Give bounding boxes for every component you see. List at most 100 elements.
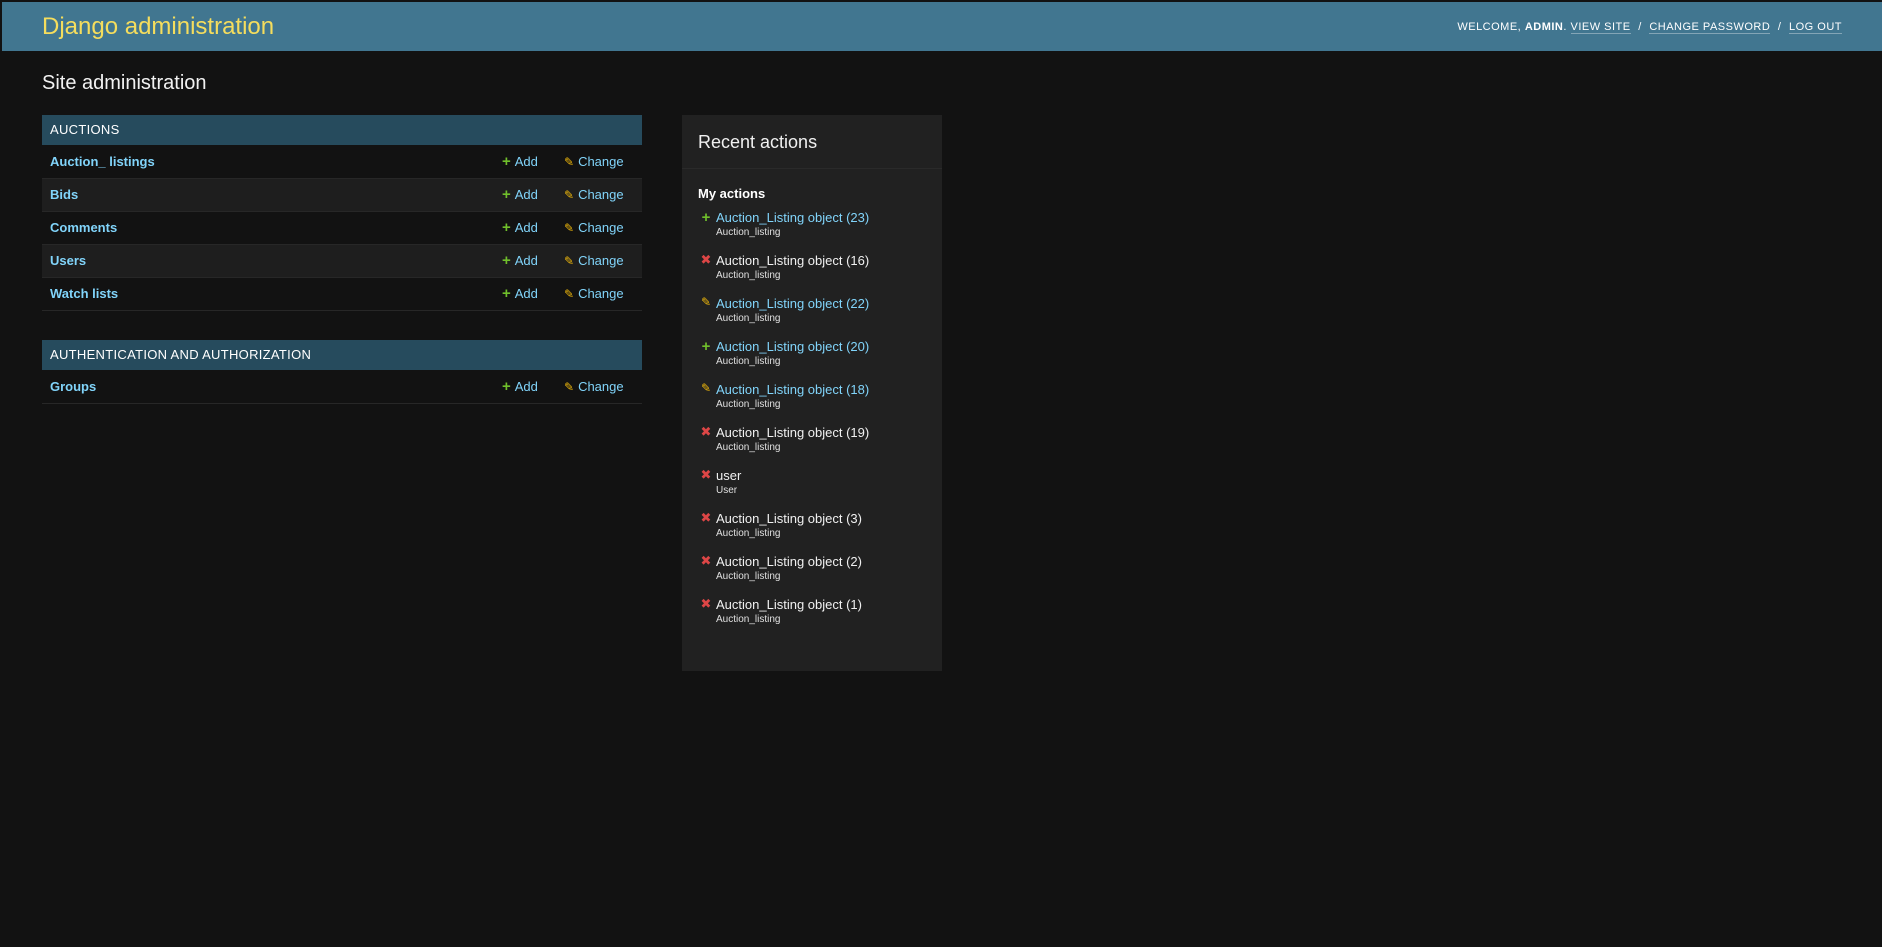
welcome-text: Welcome, bbox=[1457, 20, 1522, 33]
add-label: Add bbox=[514, 378, 538, 394]
action-object[interactable]: Auction_Listing object (23) bbox=[716, 209, 926, 226]
model-row: Watch lists + Add ✎ Change bbox=[42, 277, 642, 311]
model-name: Comments bbox=[42, 211, 502, 245]
change-cell: ✎ Change bbox=[564, 211, 642, 245]
add-link[interactable]: + Add bbox=[502, 253, 538, 268]
change-link[interactable]: ✎ Change bbox=[564, 253, 624, 268]
add-label: Add bbox=[514, 253, 538, 268]
add-icon: + bbox=[502, 186, 511, 203]
action-item: + Auction_Listing object (20) Auction_list… bbox=[698, 338, 926, 381]
add-link[interactable]: + Add bbox=[502, 154, 538, 169]
action-content-type: Auction_listing bbox=[716, 442, 781, 453]
model-link-bids[interactable]: Bids bbox=[50, 187, 78, 202]
change-label: Change bbox=[578, 187, 624, 203]
change-label: Change bbox=[578, 253, 624, 269]
action-item: ✖ user User bbox=[698, 467, 926, 510]
add-link[interactable]: + Add bbox=[502, 187, 538, 202]
add-link[interactable]: + Add bbox=[502, 220, 538, 235]
change-link[interactable]: ✎ Change bbox=[564, 220, 624, 235]
pencil-icon: ✎ bbox=[564, 286, 575, 301]
action-object[interactable]: Auction_Listing object (18) bbox=[716, 381, 926, 398]
header: Django administration Welcome, admin. Vi… bbox=[2, 2, 1882, 51]
app-caption[interactable]: Auctions bbox=[42, 115, 642, 145]
delete-icon: ✖ bbox=[700, 252, 712, 267]
change-link[interactable]: ✎ Change bbox=[564, 286, 624, 301]
add-cell: + Add bbox=[502, 277, 564, 311]
model-row: Comments + Add ✎ Change bbox=[42, 211, 642, 245]
action-object: Auction_Listing object (1) bbox=[716, 597, 862, 612]
branding: Django administration bbox=[42, 13, 274, 41]
pencil-icon: ✎ bbox=[564, 253, 575, 268]
action-object: Auction_Listing object (19) bbox=[716, 425, 870, 440]
action-object: Auction_Listing object (16) bbox=[716, 253, 870, 268]
action-content-type: Auction_listing bbox=[716, 528, 781, 539]
model-row: Auction_ listings + Add ✎ Change bbox=[42, 145, 642, 179]
action-content-type: Auction_listing bbox=[716, 614, 781, 625]
change-cell: ✎ Change bbox=[564, 277, 642, 311]
model-link-comments[interactable]: Comments bbox=[50, 220, 117, 235]
action-object: Auction_Listing object (2) bbox=[716, 554, 862, 569]
action-item: ✖ Auction_Listing object (2) Auction_listi… bbox=[698, 553, 926, 596]
add-icon: + bbox=[502, 219, 511, 236]
change-password-link[interactable]: Change password bbox=[1649, 20, 1771, 34]
model-row: Groups + Add ✎ Change bbox=[42, 370, 642, 404]
model-name: Watch lists bbox=[42, 277, 502, 311]
delete-icon: ✖ bbox=[700, 510, 712, 525]
app-module-auth: Authentication and Authorization Groups … bbox=[42, 340, 642, 404]
change-link[interactable]: ✎ Change bbox=[564, 379, 624, 394]
change-link[interactable]: ✎ Change bbox=[564, 154, 624, 169]
add-label: Add bbox=[514, 153, 538, 169]
action-content-type: Auction_listing bbox=[716, 356, 781, 367]
add-cell: + Add bbox=[502, 244, 564, 278]
action-item: ✖ Auction_Listing object (16) Auction_list… bbox=[698, 252, 926, 295]
app-table: Authentication and Authorization Groups … bbox=[42, 340, 642, 404]
action-item: ✖ Auction_Listing object (1) Auction_listi… bbox=[698, 596, 926, 639]
delete-icon: ✖ bbox=[700, 596, 712, 611]
add-icon: + bbox=[502, 285, 511, 302]
model-name: Users bbox=[42, 244, 502, 278]
model-row: Bids + Add ✎ Change bbox=[42, 178, 642, 212]
add-icon: + bbox=[502, 377, 511, 395]
add-link[interactable]: + Add bbox=[502, 286, 538, 301]
app-module-auctions: Auctions Auction_ listings + Add ✎ Change … bbox=[42, 115, 642, 311]
action-content-type: Auction_listing bbox=[716, 399, 781, 410]
add-label: Add bbox=[514, 220, 538, 235]
model-name: Bids bbox=[42, 178, 502, 212]
user-tools: Welcome, admin. View site / Change passw… bbox=[1457, 20, 1842, 34]
pencil-icon: ✎ bbox=[564, 154, 575, 169]
action-content-type: Auction_listing bbox=[716, 270, 781, 281]
site-title-link[interactable]: Django administration bbox=[42, 13, 274, 40]
change-icon: ✎ bbox=[700, 381, 712, 395]
model-link-groups[interactable]: Groups bbox=[50, 379, 96, 394]
model-row: Users + Add ✎ Change bbox=[42, 244, 642, 278]
add-label: Add bbox=[514, 187, 538, 202]
action-list: + Auction_Listing object (23) Auction_list… bbox=[682, 209, 942, 639]
action-content-type: Auction_listing bbox=[716, 227, 781, 238]
add-label: Add bbox=[514, 286, 538, 301]
model-link-users[interactable]: Users bbox=[50, 253, 86, 268]
action-content-type: Auction_listing bbox=[716, 313, 781, 324]
separator: / bbox=[1638, 20, 1642, 33]
model-name: Groups bbox=[42, 370, 502, 404]
model-link-auction-listings[interactable]: Auction_ listings bbox=[50, 154, 155, 169]
change-label: Change bbox=[578, 154, 624, 169]
action-item: ✎ Auction_Listing object (22) Auction_list… bbox=[698, 295, 926, 338]
log-out-link[interactable]: Log out bbox=[1788, 20, 1842, 34]
delete-icon: ✖ bbox=[700, 424, 712, 439]
add-icon: + bbox=[502, 252, 511, 269]
content: Site administration bbox=[42, 72, 207, 95]
add-link[interactable]: + Add bbox=[502, 379, 538, 394]
change-link[interactable]: ✎ Change bbox=[564, 187, 624, 202]
action-object[interactable]: Auction_Listing object (20) bbox=[716, 338, 926, 355]
app-caption[interactable]: Authentication and Authorization bbox=[42, 340, 642, 370]
model-name: Auction_ listings bbox=[42, 145, 502, 179]
add-cell: + Add bbox=[502, 145, 564, 179]
action-content-type: User bbox=[716, 485, 738, 496]
view-site-link[interactable]: View site bbox=[1570, 20, 1631, 34]
change-label: Change bbox=[578, 286, 624, 302]
model-link-watch-lists[interactable]: Watch lists bbox=[50, 286, 118, 301]
action-item: + Auction_Listing object (23) Auction_list… bbox=[698, 209, 926, 252]
add-cell: + Add bbox=[502, 178, 564, 212]
action-object[interactable]: Auction_Listing object (22) bbox=[716, 295, 926, 312]
my-actions-title: My actions bbox=[698, 186, 766, 201]
